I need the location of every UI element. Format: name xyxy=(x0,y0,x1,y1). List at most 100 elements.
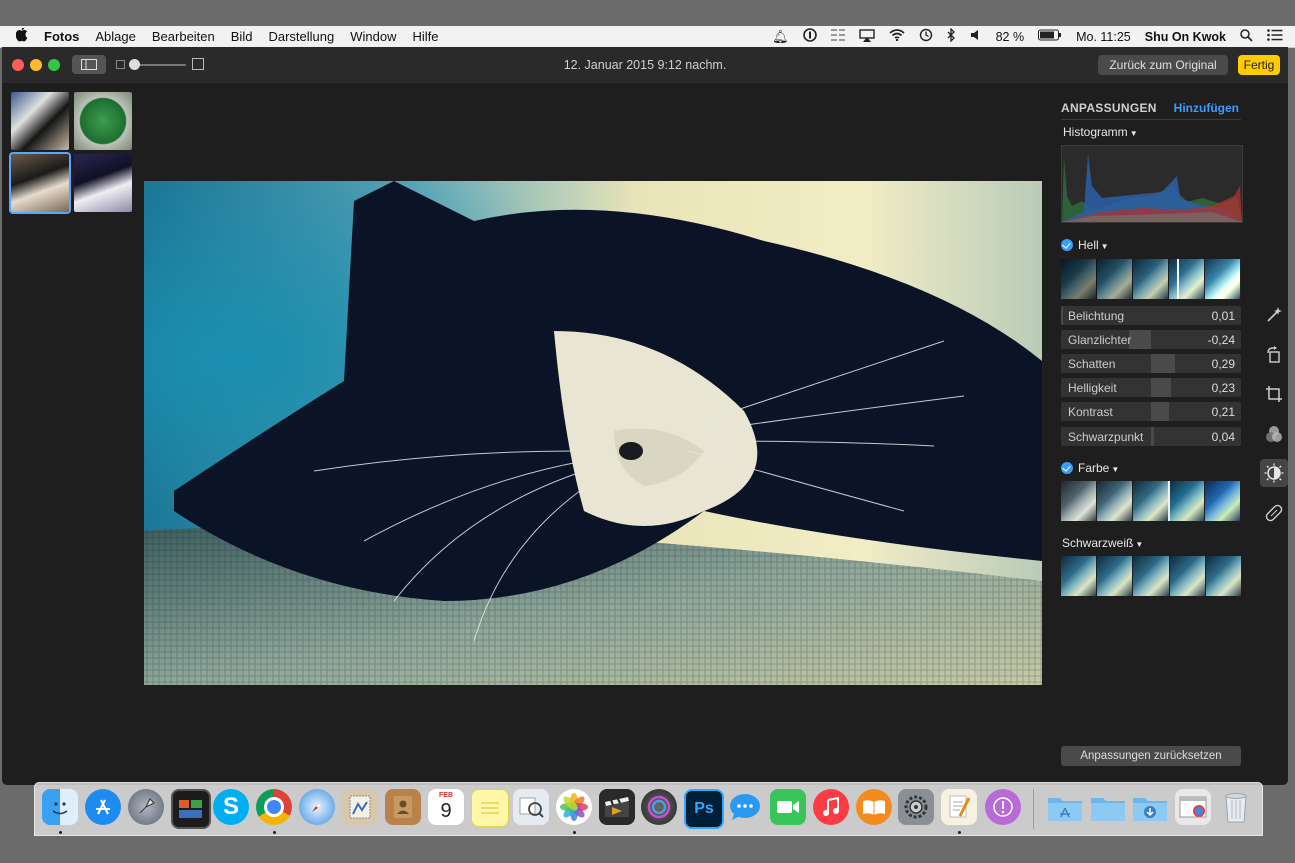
time-machine-icon[interactable] xyxy=(919,28,933,45)
airplay-icon[interactable] xyxy=(858,28,875,45)
light-preview-strip[interactable] xyxy=(1061,259,1241,299)
ibooks-icon[interactable] xyxy=(856,789,892,825)
slider-label: Belichtung xyxy=(1068,309,1125,323)
slider-schwarzpunkt[interactable]: Schwarzpunkt 0,04 xyxy=(1061,427,1241,446)
color-label: Farbe xyxy=(1078,461,1110,475)
chrome-apps-icon[interactable] xyxy=(1175,789,1211,825)
notification-center-icon[interactable] xyxy=(1267,29,1283,44)
menu-fotos[interactable]: Fotos xyxy=(44,29,79,44)
menu-hilfe[interactable]: Hilfe xyxy=(412,29,438,44)
thumbnail-photo[interactable] xyxy=(11,92,69,150)
finder-icon[interactable] xyxy=(42,789,78,825)
chrome-icon[interactable] xyxy=(256,789,292,825)
notes-icon[interactable] xyxy=(471,789,509,827)
wifi-icon[interactable] xyxy=(889,29,905,44)
title-bar: 12. Januar 2015 9:12 nachm. Zurück zum O… xyxy=(2,47,1288,83)
messages-icon[interactable] xyxy=(727,789,763,825)
reset-adjustments-button[interactable]: Anpassungen zurücksetzen xyxy=(1061,746,1241,766)
light-section-header[interactable]: Hell ▼ xyxy=(1061,238,1109,252)
running-indicator xyxy=(573,831,576,834)
thumbnail-photo[interactable] xyxy=(74,154,132,212)
menu-window[interactable]: Window xyxy=(350,29,396,44)
light-label: Hell xyxy=(1078,238,1099,252)
light-enabled-check-icon[interactable] xyxy=(1061,239,1073,251)
grid-menu-icon[interactable] xyxy=(830,29,845,44)
color-strip-cursor[interactable] xyxy=(1168,481,1170,521)
menu-darstellung[interactable]: Darstellung xyxy=(268,29,334,44)
histogram xyxy=(1061,145,1243,223)
histogram-header[interactable]: Histogramm ▼ xyxy=(1063,125,1138,139)
adjust-panel-tabs: ANPASSUNGEN Hinzufügen xyxy=(1061,101,1241,120)
histogram-caret-icon: ▼ xyxy=(1129,129,1138,138)
menu-bar: Fotos Ablage Bearbeiten Bild Darstellung… xyxy=(0,26,1295,48)
contacts-icon[interactable] xyxy=(385,789,421,825)
app-store-icon[interactable] xyxy=(85,789,121,825)
pages-icon[interactable] xyxy=(941,789,977,825)
revert-to-original-button[interactable]: Zurück zum Original xyxy=(1098,55,1228,75)
done-button[interactable]: Fertig xyxy=(1238,55,1280,75)
calendar-month: FEB xyxy=(439,792,453,799)
menu-ablage[interactable]: Ablage xyxy=(95,29,135,44)
tab-adjustments[interactable]: ANPASSUNGEN xyxy=(1061,101,1157,115)
thumbnail-photo[interactable] xyxy=(74,92,132,150)
calendar-icon[interactable]: FEB 9 xyxy=(428,789,464,825)
adjust-icon[interactable] xyxy=(1260,459,1288,487)
retouch-icon[interactable] xyxy=(1260,499,1288,527)
menubar-clock[interactable]: Mo. 11:25 xyxy=(1076,30,1131,44)
window-title: 12. Januar 2015 9:12 nachm. xyxy=(563,58,727,72)
applications-folder-icon[interactable] xyxy=(1047,789,1083,825)
slider-schatten[interactable]: Schatten 0,29 xyxy=(1061,354,1241,373)
color-section-header[interactable]: Farbe ▼ xyxy=(1061,461,1119,475)
light-strip-cursor[interactable] xyxy=(1177,259,1179,299)
bw-preview-strip[interactable] xyxy=(1061,556,1242,596)
bw-caret-icon: ▼ xyxy=(1135,540,1144,549)
safari-icon[interactable] xyxy=(299,789,335,825)
slider-belichtung[interactable]: Belichtung 0,01 xyxy=(1061,306,1241,325)
rotate-icon[interactable] xyxy=(1260,341,1288,369)
skype-label: S xyxy=(222,793,239,820)
slider-glanzlichter[interactable]: Glanzlichter -0,24 xyxy=(1061,330,1241,349)
menu-bearbeiten[interactable]: Bearbeiten xyxy=(152,29,215,44)
magic-wand-icon[interactable] xyxy=(1260,301,1288,329)
photos-icon[interactable] xyxy=(556,789,592,825)
notification-bell-icon[interactable]: 🔔︎ xyxy=(772,29,789,45)
aperture-icon[interactable] xyxy=(641,789,677,825)
running-indicator xyxy=(273,831,276,834)
downloads-folder-icon[interactable] xyxy=(1132,789,1168,825)
color-preview-strip[interactable] xyxy=(1061,481,1241,521)
preview-icon[interactable] xyxy=(513,789,549,825)
system-preferences-icon[interactable] xyxy=(898,789,934,825)
launchpad-icon[interactable] xyxy=(128,789,164,825)
main-photo-cat[interactable] xyxy=(144,181,1042,685)
spotlight-search-icon[interactable] xyxy=(1240,28,1253,45)
bluetooth-icon[interactable] xyxy=(947,27,956,45)
facetime-icon[interactable] xyxy=(770,789,806,825)
skype-icon[interactable]: S xyxy=(213,789,249,825)
color-preview-frame xyxy=(1097,481,1133,521)
menubar-user[interactable]: Shu On Kwok xyxy=(1145,30,1226,44)
mission-control-icon[interactable] xyxy=(171,789,211,829)
menu-bild[interactable]: Bild xyxy=(231,29,253,44)
filters-icon[interactable] xyxy=(1260,420,1288,448)
crop-icon[interactable] xyxy=(1260,380,1288,408)
tab-add[interactable]: Hinzufügen xyxy=(1174,101,1239,115)
trash-icon[interactable] xyxy=(1218,789,1254,825)
itunes-icon[interactable] xyxy=(813,789,849,825)
battery-icon[interactable] xyxy=(1038,29,1062,44)
color-caret-icon: ▼ xyxy=(1111,465,1120,474)
apple-menu-icon[interactable] xyxy=(0,26,44,46)
volume-icon[interactable] xyxy=(970,29,982,44)
color-preview-frame xyxy=(1061,481,1097,521)
mail-stamp-icon[interactable] xyxy=(342,789,378,825)
feedback-icon[interactable] xyxy=(985,789,1021,825)
slider-helligkeit[interactable]: Helligkeit 0,23 xyxy=(1061,378,1241,397)
photoshop-icon[interactable]: Ps xyxy=(684,789,724,829)
final-cut-icon[interactable] xyxy=(599,789,635,825)
documents-folder-icon[interactable] xyxy=(1090,789,1126,825)
bw-section-header[interactable]: Schwarzweiß ▼ xyxy=(1062,536,1143,550)
slider-kontrast[interactable]: Kontrast 0,21 xyxy=(1061,402,1241,421)
bw-preview-frame xyxy=(1097,556,1134,596)
thumbnail-photo-selected[interactable] xyxy=(11,154,69,212)
onepassword-icon[interactable] xyxy=(802,28,817,45)
color-enabled-check-icon[interactable] xyxy=(1061,462,1073,474)
